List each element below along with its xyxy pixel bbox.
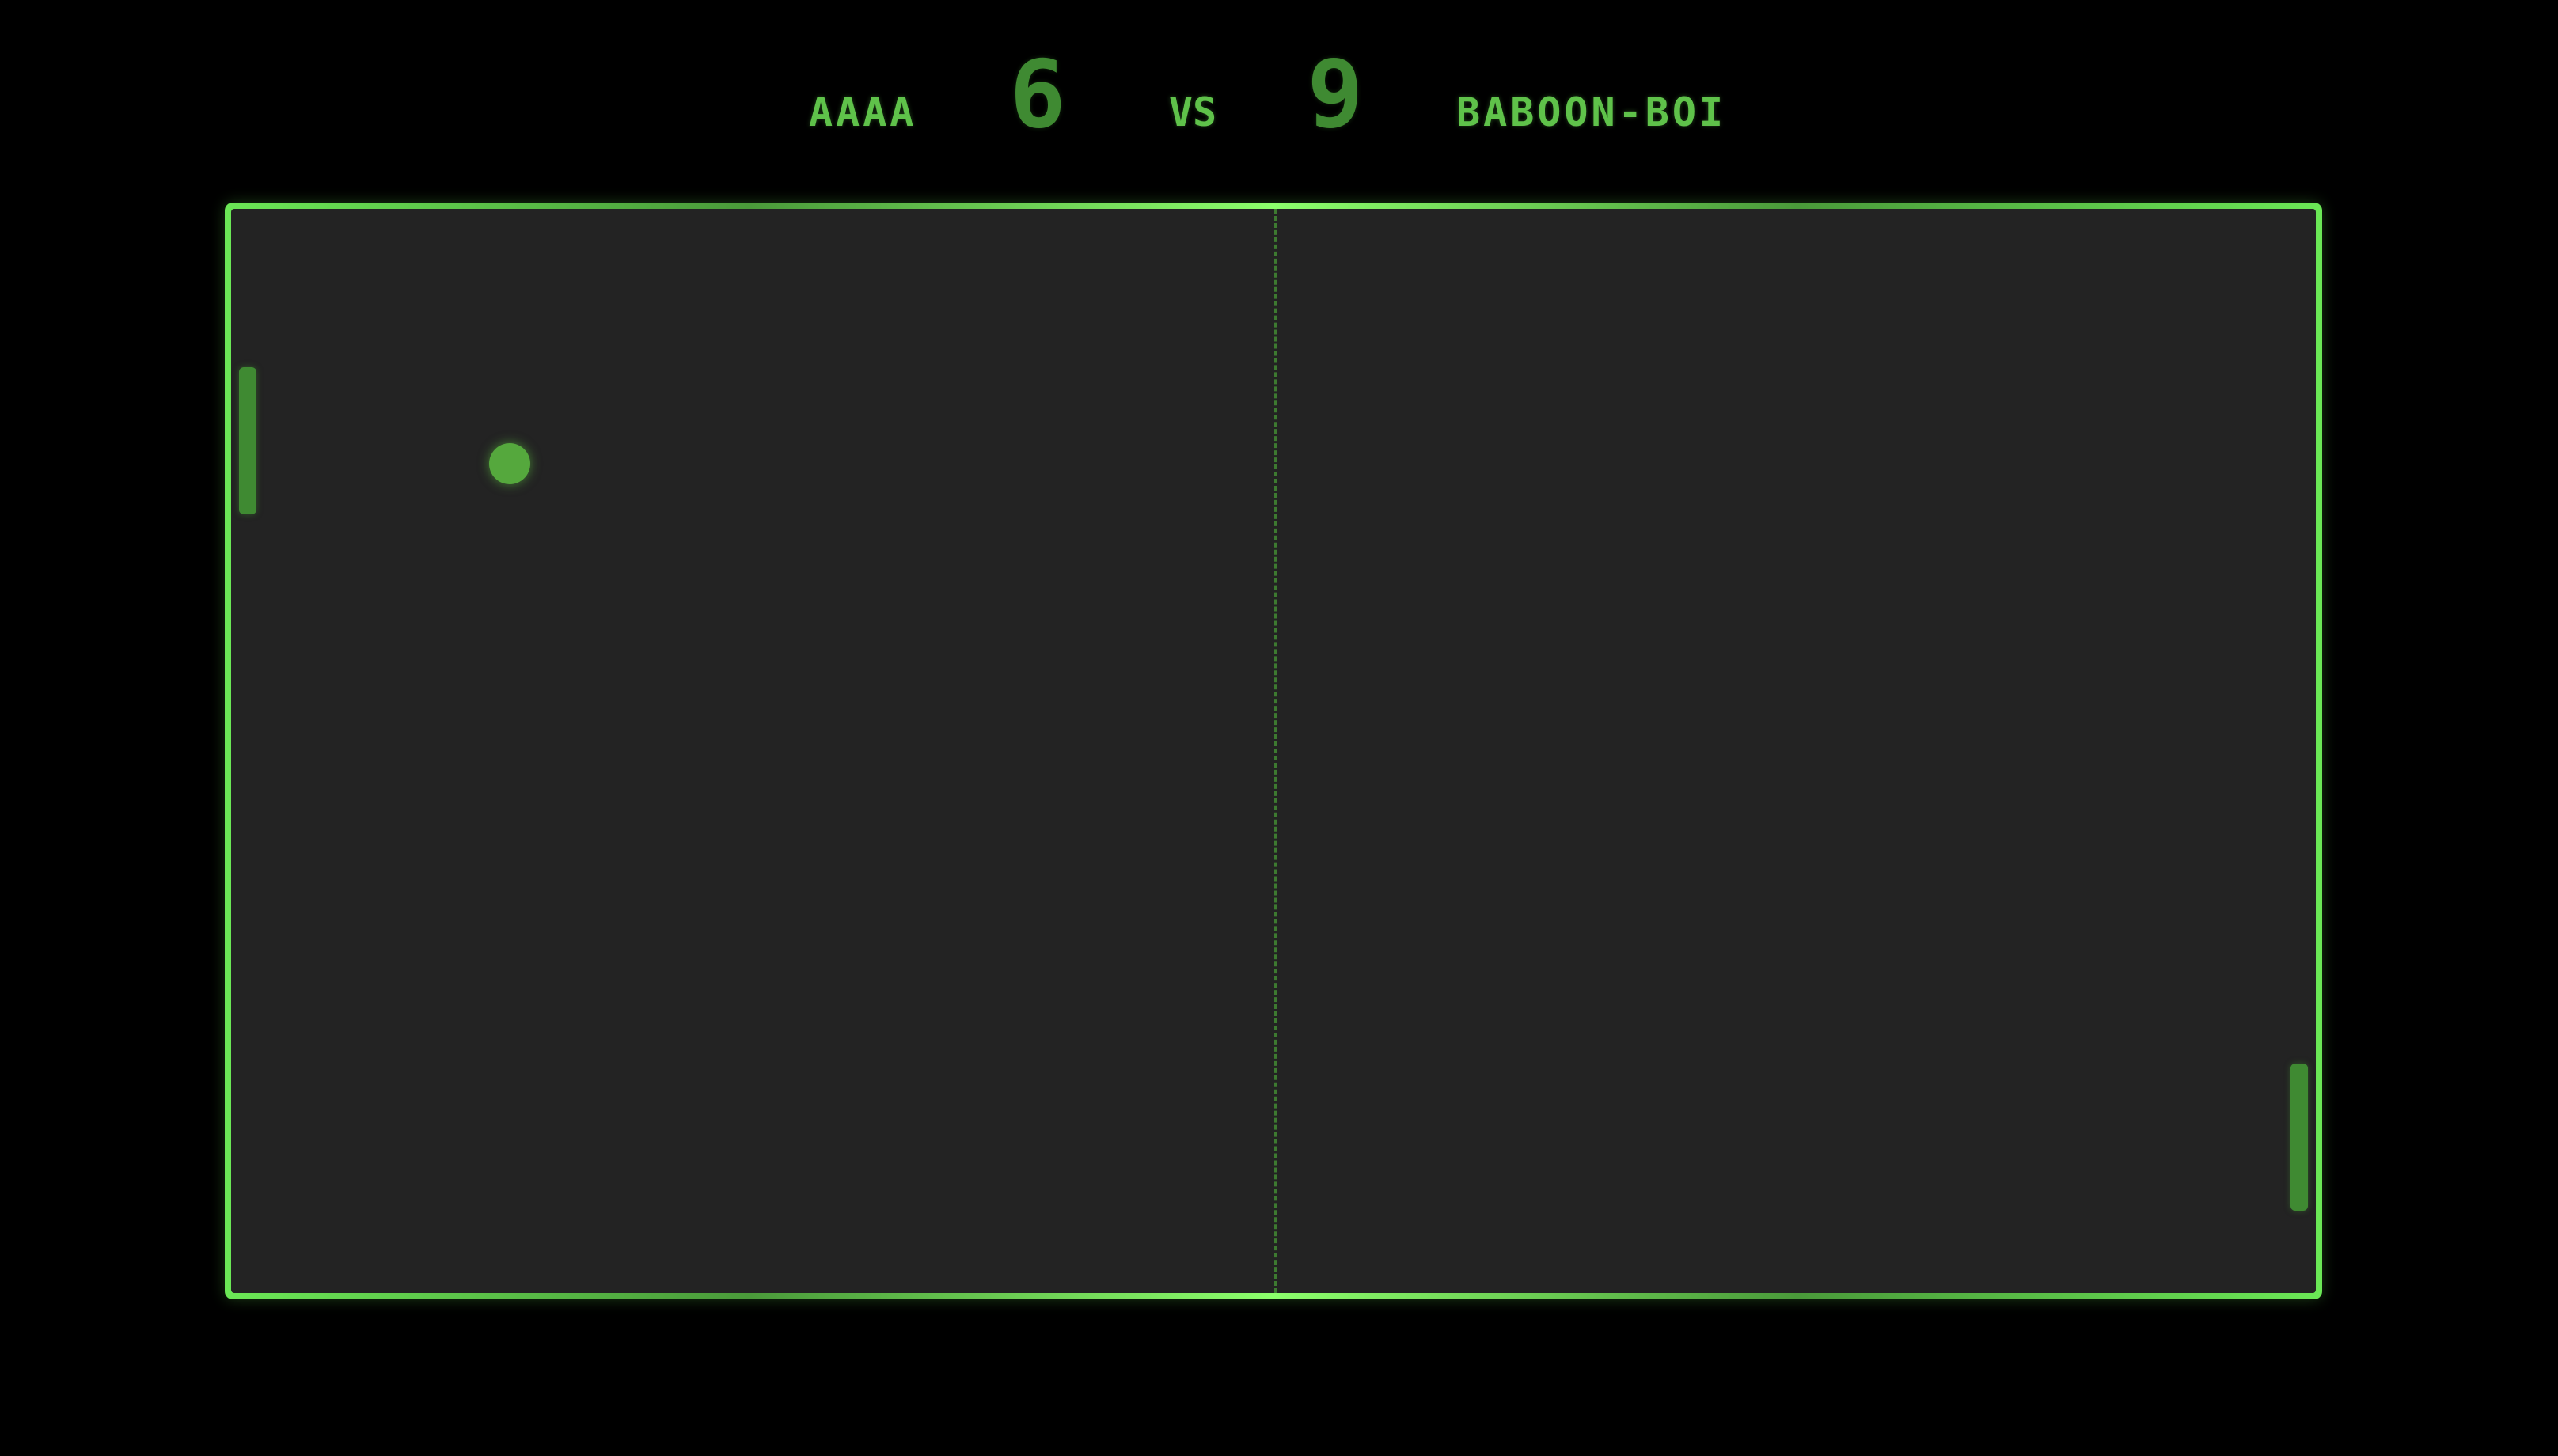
right-player-name: BABOON-BOI bbox=[1456, 89, 1727, 135]
vs-label: VS bbox=[1168, 89, 1217, 135]
game-field-surface bbox=[231, 209, 2316, 1293]
right-player-score: 9 bbox=[1307, 40, 1364, 149]
left-player-name: AAAA bbox=[809, 89, 917, 135]
left-player-score: 6 bbox=[1009, 40, 1066, 149]
right-paddle[interactable] bbox=[2290, 1064, 2308, 1211]
scoreboard: AAAA 6 VS 9 BABOON-BOI bbox=[0, 47, 2558, 158]
center-line bbox=[1274, 209, 1277, 1293]
left-paddle[interactable] bbox=[239, 367, 256, 514]
game-field[interactable] bbox=[225, 203, 2322, 1299]
ball bbox=[489, 443, 530, 484]
